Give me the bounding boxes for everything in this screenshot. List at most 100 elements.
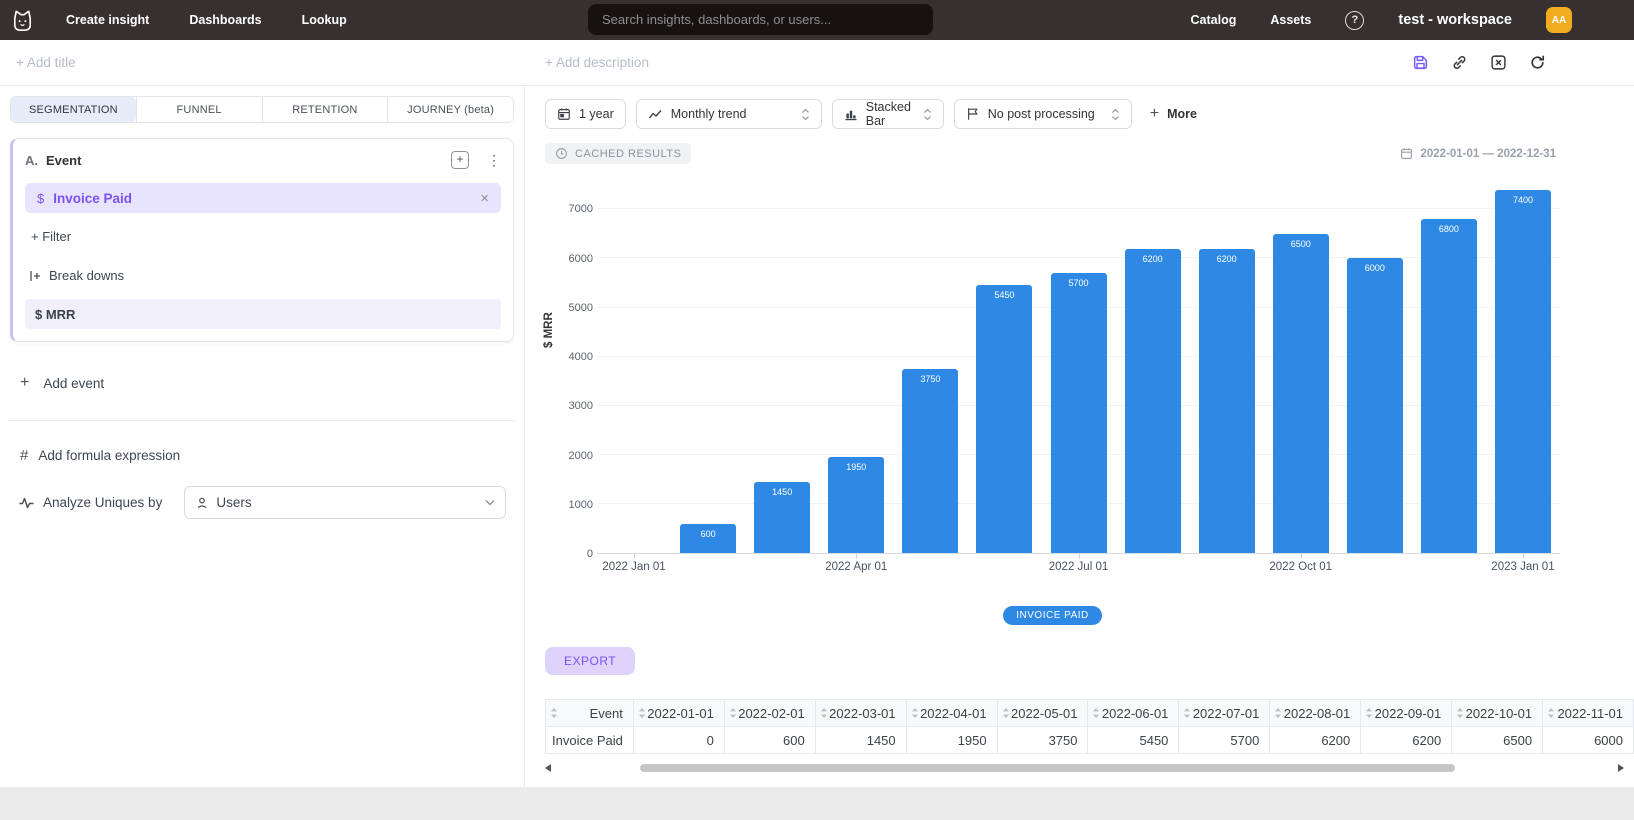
tab-funnel[interactable]: FUNNEL — [136, 97, 262, 122]
bar-slot: 6200 — [1190, 170, 1264, 553]
tab-retention[interactable]: RETENTION — [262, 97, 388, 122]
main-content: SEGMENTATION FUNNEL RETENTION JOURNEY (b… — [0, 86, 1634, 787]
date-range-label: 1 year — [579, 107, 614, 121]
add-event-button[interactable]: + Add event — [8, 374, 516, 392]
insight-actions — [1411, 54, 1546, 72]
refresh-icon[interactable] — [1528, 54, 1546, 72]
sort-icon[interactable] — [1365, 707, 1373, 719]
results-panel: 1 year Monthly trend Stacked Bar — [525, 86, 1634, 787]
bar[interactable]: 3750 — [902, 369, 958, 553]
add-formula-button[interactable]: # Add formula expression — [8, 447, 516, 464]
workspace-name[interactable]: test - workspace — [1398, 12, 1512, 28]
chart-type-select[interactable]: Stacked Bar — [832, 99, 944, 129]
more-button[interactable]: + More — [1150, 105, 1197, 123]
legend-invoice-paid[interactable]: INVOICE PAID — [1003, 606, 1102, 625]
trend-select[interactable]: Monthly trend — [636, 99, 822, 129]
table-column-header[interactable]: 2022-08-01 — [1270, 700, 1361, 727]
bar[interactable]: 7400 — [1495, 190, 1551, 553]
app-logo-cat-icon[interactable] — [9, 7, 36, 34]
export-button[interactable]: EXPORT — [545, 647, 635, 675]
close-square-icon[interactable] — [1489, 54, 1507, 72]
table-column-header[interactable]: Event — [546, 700, 634, 727]
tab-segmentation[interactable]: SEGMENTATION — [11, 97, 136, 122]
x-tick-mark — [1523, 554, 1524, 559]
bar[interactable]: 6000 — [1347, 258, 1403, 553]
bar[interactable]: 6200 — [1199, 249, 1255, 553]
sort-icon[interactable] — [1183, 707, 1191, 719]
sort-icon[interactable] — [1002, 707, 1010, 719]
sort-icon[interactable] — [1456, 707, 1464, 719]
bar-value-label: 6200 — [1199, 254, 1255, 264]
bar[interactable]: 6800 — [1421, 219, 1477, 553]
table-column-header[interactable]: 2022-06-01 — [1088, 700, 1179, 727]
y-tick-label: 5000 — [569, 302, 593, 314]
table-column-header[interactable]: 2022-02-01 — [724, 700, 815, 727]
nav-lookup[interactable]: Lookup — [302, 13, 347, 27]
table-column-header[interactable]: 2022-01-01 — [633, 700, 724, 727]
kebab-menu-icon[interactable]: ⋮ — [487, 152, 501, 169]
nav-catalog[interactable]: Catalog — [1191, 13, 1237, 27]
divider — [8, 420, 516, 421]
bar[interactable]: 5450 — [976, 285, 1032, 553]
bar-slot: 6200 — [1116, 170, 1190, 553]
sort-icon[interactable] — [729, 707, 737, 719]
sort-icon[interactable] — [550, 707, 558, 719]
date-range-button[interactable]: 1 year — [545, 99, 626, 129]
plus-icon: + — [1150, 105, 1159, 123]
search-input[interactable] — [588, 12, 933, 27]
post-processing-select[interactable]: No post processing — [954, 99, 1132, 129]
selected-event-row[interactable]: $ Invoice Paid × — [25, 183, 501, 213]
table-column-header[interactable]: 2022-11-01 — [1543, 700, 1634, 727]
post-processing-icon — [966, 107, 980, 121]
bar[interactable]: 5700 — [1051, 273, 1107, 553]
column-label: 2022-07-01 — [1191, 706, 1259, 721]
tab-journey[interactable]: JOURNEY (beta) — [387, 97, 513, 122]
post-processing-value: No post processing — [988, 107, 1103, 121]
link-icon[interactable] — [1450, 54, 1468, 72]
table-column-header[interactable]: 2022-04-01 — [906, 700, 997, 727]
save-icon[interactable] — [1411, 54, 1429, 72]
sort-icon[interactable] — [820, 707, 828, 719]
breakdown-value-row[interactable]: $ MRR — [25, 299, 501, 329]
table-column-header[interactable]: 2022-03-01 — [815, 700, 906, 727]
scrollbar-track[interactable] — [555, 763, 1614, 773]
scroll-right-icon[interactable] — [1618, 764, 1624, 772]
avatar[interactable]: AA — [1546, 7, 1572, 33]
x-tick-mark — [634, 554, 635, 559]
x-tick-mark — [856, 554, 857, 559]
search-bar[interactable] — [588, 4, 933, 35]
bar[interactable]: 600 — [680, 524, 736, 553]
nav-assets[interactable]: Assets — [1270, 13, 1311, 27]
breakdowns-button[interactable]: Break downs — [25, 268, 501, 283]
table-cell: 5450 — [1088, 727, 1179, 754]
duplicate-event-icon[interactable]: + — [451, 151, 469, 169]
sort-icon[interactable] — [1547, 707, 1555, 719]
bar[interactable]: 1450 — [754, 482, 810, 553]
sort-icon[interactable] — [911, 707, 919, 719]
nav-dashboards[interactable]: Dashboards — [189, 13, 261, 27]
bar[interactable]: 6500 — [1273, 234, 1329, 553]
x-tick-label: 2022 Oct 01 — [1269, 561, 1332, 573]
help-icon[interactable]: ? — [1345, 11, 1364, 30]
add-title-button[interactable]: + Add title — [16, 55, 76, 70]
bar[interactable]: 6200 — [1125, 249, 1181, 553]
remove-event-icon[interactable]: × — [480, 190, 489, 207]
table-column-header[interactable]: 2022-07-01 — [1179, 700, 1270, 727]
bar-slot: 7400 — [1486, 170, 1560, 553]
column-label: 2022-08-01 — [1282, 706, 1350, 721]
table-column-header[interactable]: 2022-05-01 — [997, 700, 1088, 727]
scrollbar-thumb[interactable] — [640, 764, 1455, 772]
table-row[interactable]: Invoice Paid0600145019503750545057006200… — [546, 727, 1634, 754]
event-name: Invoice Paid — [53, 191, 132, 206]
add-description-button[interactable]: + Add description — [545, 55, 649, 70]
table-column-header[interactable]: 2022-09-01 — [1361, 700, 1452, 727]
table-column-header[interactable]: 2022-10-01 — [1452, 700, 1543, 727]
bar[interactable]: 1950 — [828, 457, 884, 553]
sort-icon[interactable] — [1092, 707, 1100, 719]
sort-icon[interactable] — [638, 707, 646, 719]
nav-create-insight[interactable]: Create insight — [66, 13, 149, 27]
analyze-by-select[interactable]: Users — [184, 486, 506, 519]
scroll-left-icon[interactable] — [545, 764, 551, 772]
add-filter-button[interactable]: + Filter — [25, 229, 501, 244]
sort-icon[interactable] — [1274, 707, 1282, 719]
